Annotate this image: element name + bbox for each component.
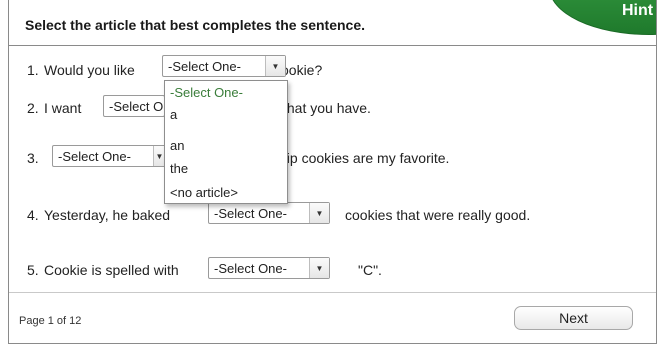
quiz-panel: Hint Select the article that best comple… xyxy=(8,0,657,344)
select-value: -Select One- xyxy=(168,58,241,74)
dropdown-option[interactable]: -Select One- xyxy=(165,85,287,100)
question-number: 2. xyxy=(27,100,39,116)
select-value: -Select One- xyxy=(214,260,287,276)
question-text-before: Cookie is spelled with xyxy=(44,262,179,278)
question-text-after: hip cookies are my favorite. xyxy=(279,150,450,166)
article-select-2[interactable]: -Select O xyxy=(103,95,165,117)
question-number: 1. xyxy=(27,62,39,78)
article-select-1[interactable]: -Select One- ▼ xyxy=(162,55,286,77)
dropdown-option[interactable]: a xyxy=(165,107,287,122)
question-number: 3. xyxy=(27,150,39,166)
next-button[interactable]: Next xyxy=(514,306,633,330)
triangle-down-icon[interactable]: ▼ xyxy=(309,258,329,278)
question-number: 5. xyxy=(27,262,39,278)
triangle-down-icon[interactable]: ▼ xyxy=(309,203,329,223)
question-text-before: Would you like xyxy=(44,62,135,78)
question-text-before: Yesterday, he baked xyxy=(44,207,171,223)
select-value: -Select One- xyxy=(58,148,131,164)
question-number: 4. xyxy=(27,207,39,223)
header-divider xyxy=(9,45,656,46)
dropdown-option[interactable]: <no article> xyxy=(165,185,287,200)
question-text-after: that you have. xyxy=(283,100,371,116)
dropdown-option[interactable]: an xyxy=(165,138,287,153)
question-text-after: "C". xyxy=(358,262,382,278)
select-value: -Select One- xyxy=(214,205,287,221)
article-select-5[interactable]: -Select One- ▼ xyxy=(208,257,330,279)
instruction-text: Select the article that best completes t… xyxy=(25,17,366,33)
question-text-before: I want xyxy=(44,100,82,116)
question-text-after: cookies that were really good. xyxy=(345,207,531,223)
page-indicator: Page 1 of 12 xyxy=(19,315,82,327)
article-select-3[interactable]: -Select One- ▼ xyxy=(52,145,166,167)
article-options-dropdown[interactable]: -Select One- a an the <no article> xyxy=(164,80,288,204)
hint-button-label[interactable]: Hint xyxy=(622,2,653,20)
select-value: -Select O xyxy=(109,98,164,114)
dropdown-option[interactable]: the xyxy=(165,161,287,176)
footer-divider xyxy=(9,292,656,293)
article-select-4[interactable]: -Select One- ▼ xyxy=(208,202,330,224)
triangle-down-icon[interactable]: ▼ xyxy=(265,56,285,76)
